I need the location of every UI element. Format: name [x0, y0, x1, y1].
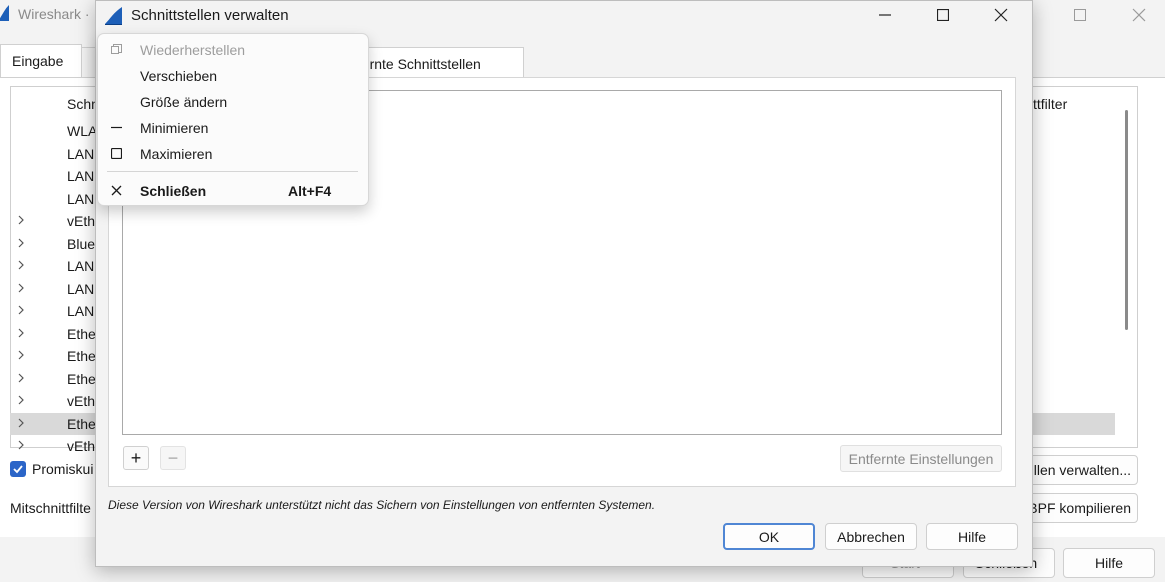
interface-name: LAN: [67, 258, 95, 274]
chevron-right-icon[interactable]: [17, 371, 29, 385]
interface-name: LAN: [67, 303, 95, 319]
add-remote-button[interactable]: +: [123, 446, 149, 470]
promiscuous-checkbox[interactable]: [10, 461, 26, 477]
menu-separator: [107, 171, 358, 172]
chevron-right-icon[interactable]: [17, 438, 29, 452]
close-icon: [1132, 8, 1146, 22]
interface-name: LAN: [67, 168, 95, 184]
interface-name: Ethe: [67, 370, 96, 387]
ok-button[interactable]: OK: [723, 523, 815, 550]
menu-item-label: Wiederherstellen: [140, 42, 246, 58]
dialog-title: Schnittstellen verwalten: [131, 7, 289, 24]
chevron-right-icon[interactable]: [17, 258, 29, 272]
interface-name: WLA: [67, 123, 98, 139]
interface-name: Ethe: [67, 325, 96, 342]
interface-name: Ethe: [67, 348, 96, 364]
cancel-button[interactable]: Abbrechen: [825, 523, 917, 550]
remote-settings-note: Diese Version von Wireshark unterstützt …: [108, 498, 656, 512]
menu-item-label: Minimieren: [140, 120, 209, 136]
tab-hidden[interactable]: [82, 47, 96, 78]
promiscuous-label: Promiskui: [32, 461, 94, 477]
menu-item-close[interactable]: Schließen Alt+F4: [97, 178, 369, 204]
menu-item-label: Größe ändern: [140, 94, 228, 110]
interface-name: Blue: [67, 235, 96, 252]
scrollbar[interactable]: [1125, 110, 1128, 330]
checkmark-icon: [13, 465, 23, 474]
interface-name: LAN: [67, 190, 95, 207]
menu-item-restore[interactable]: Wiederherstellen: [97, 37, 369, 63]
chevron-right-icon[interactable]: [17, 213, 29, 227]
tab-eingabe[interactable]: Eingabe: [0, 44, 82, 78]
menu-item-label: Schließen: [140, 183, 207, 199]
interface-name: LAN: [67, 280, 95, 297]
close-icon: [109, 183, 123, 197]
remote-settings-button[interactable]: Entfernte Einstellungen: [840, 445, 1002, 472]
interface-name: Ethe: [67, 415, 96, 432]
maximize-icon: [1074, 9, 1086, 21]
menu-item-label: Verschieben: [140, 68, 218, 84]
chevron-right-icon[interactable]: [17, 393, 29, 407]
menu-item-move[interactable]: Verschieben: [97, 63, 369, 89]
minimize-icon: [879, 14, 891, 16]
minimize-icon: [109, 120, 123, 134]
dialog-close-button[interactable]: [978, 0, 1024, 30]
interface-name: vEth: [67, 438, 96, 454]
chevron-right-icon[interactable]: [17, 236, 29, 250]
background-maximize-button[interactable]: [1057, 0, 1103, 30]
menu-item-shortcut: Alt+F4: [288, 183, 332, 199]
wireshark-logo-icon: [0, 5, 9, 21]
remove-remote-button[interactable]: −: [160, 446, 186, 470]
wireshark-logo-icon: [105, 7, 122, 25]
chevron-right-icon[interactable]: [17, 348, 29, 362]
chevron-right-icon[interactable]: [17, 303, 29, 317]
menu-item-maximize[interactable]: Maximieren: [97, 141, 369, 167]
background-close-button[interactable]: [1116, 0, 1162, 30]
dialog-minimize-button[interactable]: [862, 0, 908, 30]
background-window-title: Wireshark ·: [18, 6, 90, 22]
dialog-help-button[interactable]: Hilfe: [926, 523, 1018, 550]
help-button[interactable]: Hilfe: [1063, 548, 1155, 578]
maximize-icon: [937, 9, 949, 21]
menu-item-resize[interactable]: Größe ändern: [97, 89, 369, 115]
menu-item-label: Maximieren: [140, 146, 213, 162]
menu-item-minimize[interactable]: Minimieren: [97, 115, 369, 141]
interface-name: vEth: [67, 213, 96, 229]
restore-icon: [109, 42, 123, 56]
interface-name: vEth: [67, 393, 96, 409]
dialog-maximize-button[interactable]: [920, 0, 966, 30]
maximize-icon: [109, 146, 123, 160]
chevron-right-icon[interactable]: [17, 326, 29, 340]
capture-filter-label: Mitschnittfilte: [10, 500, 91, 516]
column-header-capture-filter[interactable]: ttfilter: [1033, 96, 1067, 112]
chevron-right-icon[interactable]: [17, 281, 29, 295]
chevron-right-icon[interactable]: [17, 416, 29, 430]
interface-name: LAN: [67, 145, 95, 162]
close-icon: [994, 8, 1008, 22]
